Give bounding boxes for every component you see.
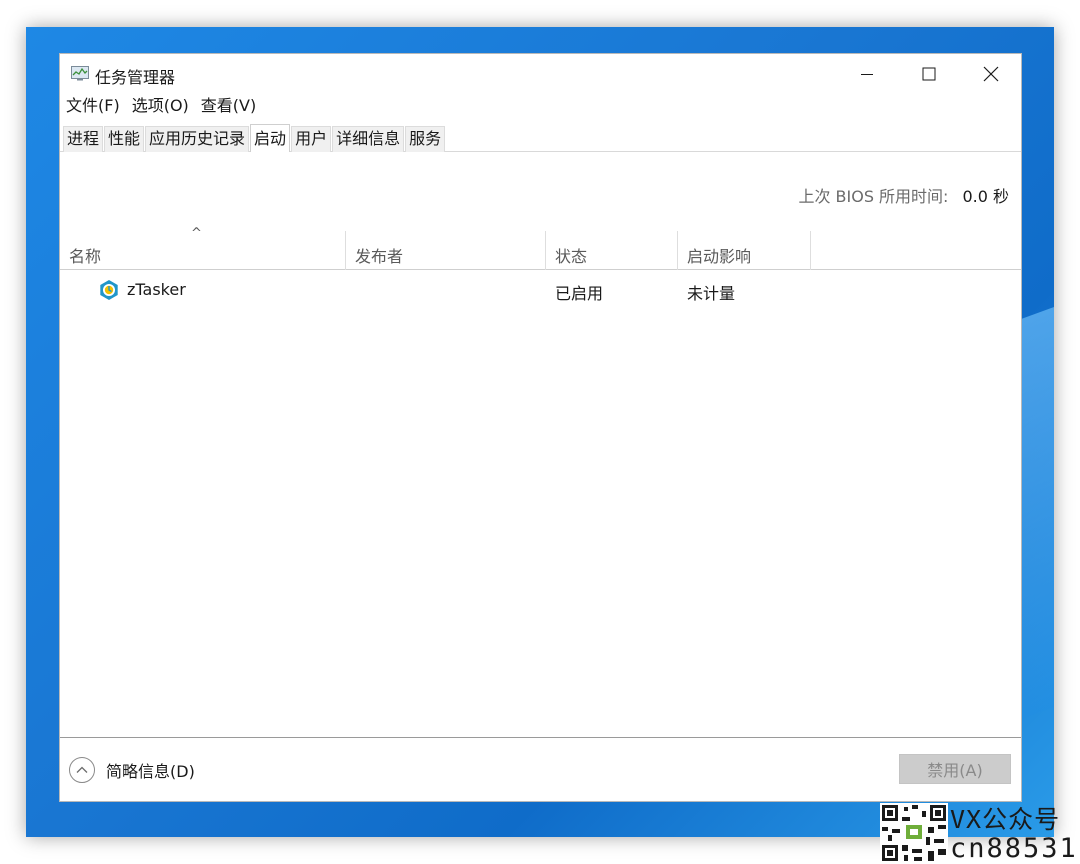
column-header-publisher[interactable]: 发布者 xyxy=(346,231,546,270)
sort-ascending-icon: ^ xyxy=(191,226,202,241)
tab-strip: 进程 性能 应用历史记录 启动 用户 详细信息 服务 xyxy=(60,124,1021,152)
tab-startup[interactable]: 启动 xyxy=(250,124,291,152)
minimize-icon xyxy=(861,74,873,75)
footer-divider xyxy=(60,737,1021,738)
close-icon xyxy=(983,66,999,82)
watermark-line-2: cn88531 xyxy=(950,833,1078,864)
tab-performance[interactable]: 性能 xyxy=(104,126,145,152)
column-header-startup-impact-label: 启动影响 xyxy=(687,247,752,266)
row-status: 已启用 xyxy=(555,284,604,303)
tab-details[interactable]: 详细信息 xyxy=(332,126,405,152)
tab-processes[interactable]: 进程 xyxy=(63,126,104,152)
ztasker-icon xyxy=(100,280,118,300)
menu-options[interactable]: 选项(O) xyxy=(126,95,195,119)
qr-code-image xyxy=(880,803,948,863)
maximize-icon xyxy=(922,67,936,81)
column-header-name-label: 名称 xyxy=(69,247,102,266)
table-row[interactable]: zTasker 已启用 未计量 xyxy=(60,276,1021,304)
window-title: 任务管理器 xyxy=(95,68,176,87)
column-header-name[interactable]: ^ 名称 xyxy=(60,226,346,270)
bios-time-value: 0.0 秒 xyxy=(962,187,1009,206)
task-manager-window: 任务管理器 文件(F) 选项(O) 查看(V) 进程 性能 应用历史记录 启动 … xyxy=(59,53,1022,802)
chevron-up-icon xyxy=(69,757,95,783)
column-header-status[interactable]: 状态 xyxy=(546,231,678,270)
column-header-startup-impact[interactable]: 启动影响 xyxy=(678,231,811,270)
title-bar: 任务管理器 xyxy=(60,54,1021,94)
menu-view[interactable]: 查看(V) xyxy=(195,95,262,119)
menu-file[interactable]: 文件(F) xyxy=(60,95,126,119)
disable-button[interactable]: 禁用(A) xyxy=(899,754,1011,784)
watermark-line-1: VX公众号 xyxy=(950,805,1061,834)
menu-bar: 文件(F) 选项(O) 查看(V) xyxy=(60,95,262,119)
task-manager-icon xyxy=(71,66,89,81)
tab-services[interactable]: 服务 xyxy=(405,126,446,152)
column-header-publisher-label: 发布者 xyxy=(355,247,404,266)
column-header-status-label: 状态 xyxy=(555,247,588,266)
fewer-details-label: 简略信息(D) xyxy=(106,762,195,781)
bios-time-label: 上次 BIOS 所用时间: xyxy=(798,187,949,206)
watermark: VX公众号 cn88531 xyxy=(950,805,1078,863)
tab-app-history[interactable]: 应用历史记录 xyxy=(145,126,250,152)
close-button[interactable] xyxy=(960,54,1022,94)
tab-users[interactable]: 用户 xyxy=(291,126,332,152)
maximize-button[interactable] xyxy=(898,54,960,94)
row-name: zTasker xyxy=(127,280,186,299)
row-startup-impact: 未计量 xyxy=(687,284,736,303)
table-header: ^ 名称 发布者 状态 启动影响 xyxy=(60,226,1021,270)
bios-time: 上次 BIOS 所用时间: 0.0 秒 xyxy=(798,183,1009,207)
fewer-details-toggle[interactable]: 简略信息(D) xyxy=(69,757,195,783)
minimize-button[interactable] xyxy=(836,54,898,94)
